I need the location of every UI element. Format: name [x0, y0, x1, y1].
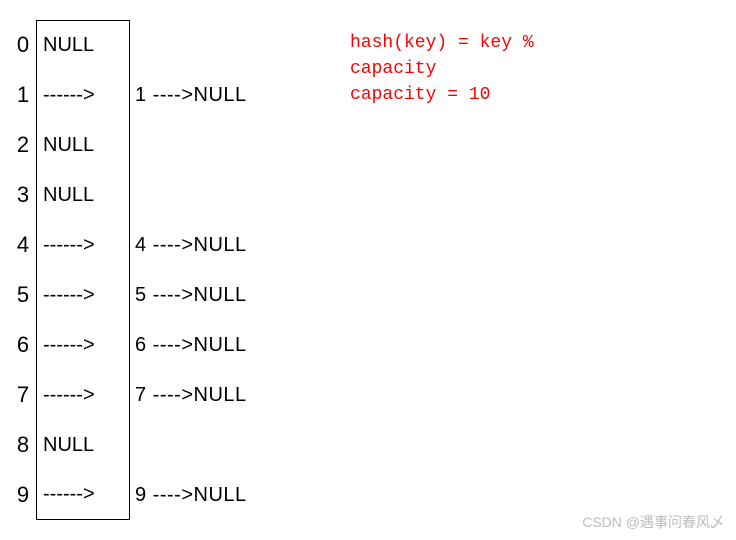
bucket-index: 6 — [10, 332, 36, 358]
bucket-index: 2 — [10, 132, 36, 158]
bucket-row-3: 3 NULL — [10, 170, 726, 220]
bucket-cell: ------> — [36, 470, 130, 520]
bucket-chain: 4 ---->NULL — [135, 234, 247, 257]
bucket-chain: 1 ---->NULL — [135, 84, 247, 107]
bucket-row-6: 6 ------> 6 ---->NULL — [10, 320, 726, 370]
bucket-cell: ------> — [36, 370, 130, 420]
bucket-index: 8 — [10, 432, 36, 458]
bucket-cell: ------> — [36, 70, 130, 120]
bucket-row-4: 4 ------> 4 ---->NULL — [10, 220, 726, 270]
hash-formula: hash(key) = key % capacity capacity = 10 — [350, 30, 534, 108]
bucket-row-5: 5 ------> 5 ---->NULL — [10, 270, 726, 320]
bucket-chain: 7 ---->NULL — [135, 384, 247, 407]
bucket-row-8: 8 NULL — [10, 420, 726, 470]
watermark: CSDN @遇事问春风乄 — [582, 512, 724, 532]
bucket-chain: 5 ---->NULL — [135, 284, 247, 307]
bucket-chain: 9 ---->NULL — [135, 484, 247, 507]
bucket-index: 9 — [10, 482, 36, 508]
bucket-cell: NULL — [36, 170, 130, 220]
formula-line-3: capacity = 10 — [350, 82, 534, 108]
bucket-cell: ------> — [36, 220, 130, 270]
bucket-index: 7 — [10, 382, 36, 408]
bucket-cell: NULL — [36, 20, 130, 70]
bucket-cell: NULL — [36, 120, 130, 170]
bucket-index: 3 — [10, 182, 36, 208]
bucket-index: 5 — [10, 282, 36, 308]
bucket-row-2: 2 NULL — [10, 120, 726, 170]
bucket-index: 0 — [10, 32, 36, 58]
bucket-index: 4 — [10, 232, 36, 258]
formula-line-1: hash(key) = key % — [350, 30, 534, 56]
bucket-cell: ------> — [36, 320, 130, 370]
bucket-chain: 6 ---->NULL — [135, 334, 247, 357]
bucket-cell: ------> — [36, 270, 130, 320]
bucket-row-7: 7 ------> 7 ---->NULL — [10, 370, 726, 420]
bucket-index: 1 — [10, 82, 36, 108]
bucket-cell: NULL — [36, 420, 130, 470]
formula-line-2: capacity — [350, 56, 534, 82]
